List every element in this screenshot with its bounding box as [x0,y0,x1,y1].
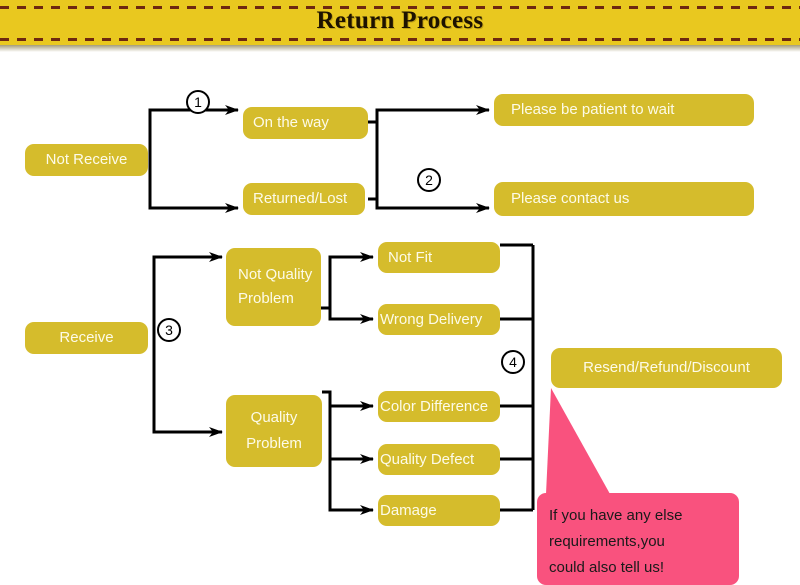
step-marker-label: 2 [425,172,433,188]
node-label: Returned/Lost [253,190,348,207]
node-quality-defect[interactable]: Quality Defect [378,444,500,475]
node-label: Quality Defect [380,450,475,468]
node-label: Wrong Delivery [380,310,483,328]
header-banner: Return Process [0,0,800,45]
step-marker-label: 1 [194,94,202,110]
node-returned-lost[interactable]: Returned/Lost [243,183,365,215]
node-label: Resend/Refund/Discount [583,359,750,376]
node-quality-problem[interactable]: Quality Problem [226,395,322,467]
node-color-difference[interactable]: Color Difference [378,391,500,422]
callout-line-2: requirements,you [549,533,665,550]
node-receive[interactable]: Receive [25,322,148,354]
node-not-fit[interactable]: Not Fit [378,242,500,273]
node-label: On the way [253,114,329,131]
node-not-receive[interactable]: Not Receive [25,144,148,176]
node-label: Damage [380,501,437,519]
node-label: Not Receive [45,151,128,168]
node-on-the-way[interactable]: On the way [243,107,368,139]
step-marker-label: 3 [165,322,173,338]
step-marker-4: 4 [501,350,525,374]
callout-line-1: If you have any else [549,507,683,524]
node-please-be-patient[interactable]: Please be patient to wait [494,94,754,126]
step-marker-1: 1 [186,90,210,114]
callout-bubble: If you have any else requirements,you co… [537,493,739,585]
page-title: Return Process [316,7,484,34]
node-label: Color Difference [380,397,489,415]
node-label: Please contact us [511,190,630,207]
node-wrong-delivery[interactable]: Wrong Delivery [378,304,500,335]
node-damage[interactable]: Damage [378,495,500,526]
callout-line-3: could also tell us! [549,559,665,576]
banner-shadow [0,45,800,52]
node-label: Not Quality Problem [238,266,313,307]
step-marker-3: 3 [157,318,181,342]
node-label: Receive [59,329,114,346]
flowchart-canvas: Not Receive On the way Returned/Lost Ple… [0,52,800,585]
banner-dashed-line-bottom [0,38,800,41]
node-label: Not Fit [388,248,433,266]
step-marker-label: 4 [509,354,517,370]
node-resend-refund-discount[interactable]: Resend/Refund/Discount [551,348,782,388]
step-marker-2: 2 [417,168,441,192]
node-please-contact-us[interactable]: Please contact us [494,182,754,216]
node-label: Quality Problem [246,409,302,452]
node-not-quality-problem[interactable]: Not Quality Problem [226,248,321,326]
node-label: Please be patient to wait [511,101,675,118]
